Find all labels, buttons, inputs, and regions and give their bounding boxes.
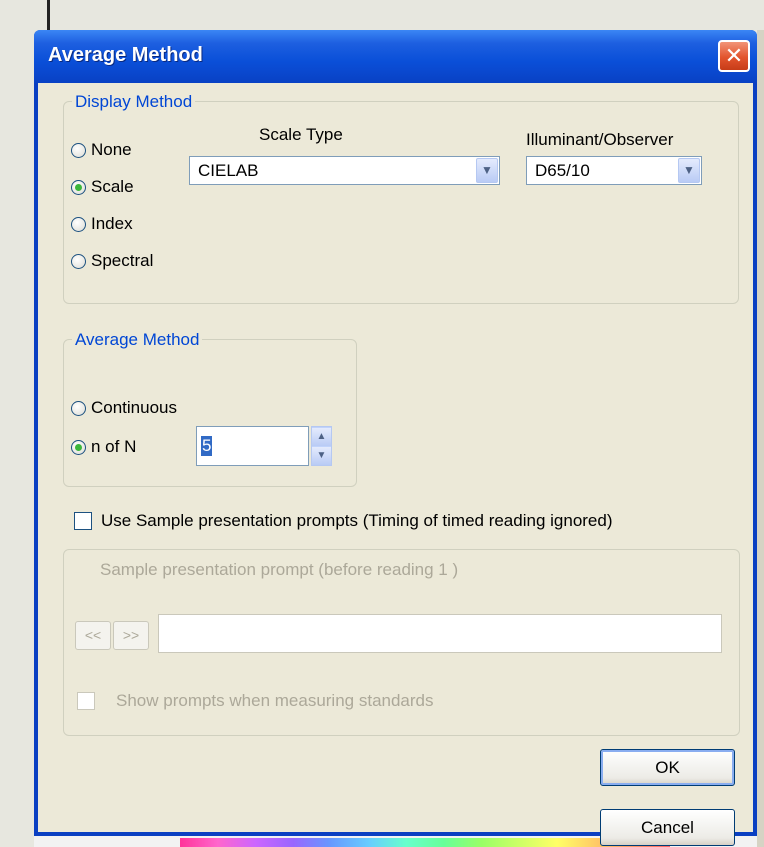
illuminant-select[interactable]: D65/10 ▼	[526, 156, 702, 185]
background-app-edge	[757, 30, 764, 847]
radio-continuous[interactable]: Continuous	[71, 397, 177, 419]
n-value-text: 5	[201, 436, 213, 456]
scale-type-label: Scale Type	[259, 125, 343, 144]
next-prompt-button[interactable]: >>	[113, 621, 149, 650]
radio-none-label: None	[91, 140, 132, 159]
radio-none[interactable]: None	[71, 139, 132, 161]
radio-index-label: Index	[91, 214, 133, 233]
background-divider	[47, 0, 50, 30]
dialog-body: Display Method None Scale Index Spectral…	[38, 83, 753, 846]
display-method-legend: Display Method	[72, 92, 196, 112]
use-prompts-label[interactable]: Use Sample presentation prompts (Timing …	[101, 511, 613, 531]
close-icon[interactable]: ✕	[718, 40, 750, 72]
radio-spectral-indicator	[71, 253, 86, 269]
scale-type-select[interactable]: CIELAB ▼	[189, 156, 500, 185]
illuminant-label: Illuminant/Observer	[526, 130, 674, 149]
chevron-down-icon[interactable]: ▼	[476, 158, 498, 183]
radio-index-indicator	[71, 216, 86, 232]
n-value-input[interactable]: 5	[196, 426, 309, 466]
ok-button[interactable]: OK	[600, 749, 735, 786]
illuminant-value: D65/10	[535, 161, 590, 180]
background-app-area	[0, 0, 34, 847]
scale-type-value: CIELAB	[198, 161, 259, 180]
radio-scale-indicator	[71, 179, 86, 195]
sample-prompt-title: Sample presentation prompt (before readi…	[100, 560, 459, 579]
chevron-down-icon[interactable]: ▼	[678, 158, 700, 183]
prev-prompt-button[interactable]: <<	[75, 621, 111, 650]
radio-spectral-label: Spectral	[91, 251, 154, 270]
background-color-swatches	[180, 838, 670, 847]
radio-continuous-indicator	[71, 400, 86, 416]
n-value-spinner[interactable]: ▲ ▼	[311, 426, 332, 466]
dialog-title: Average Method	[48, 44, 203, 66]
radio-scale-label: Scale	[91, 177, 134, 196]
prompt-text-input[interactable]	[158, 614, 722, 653]
spin-up-icon[interactable]: ▲	[312, 428, 331, 446]
cancel-button[interactable]: Cancel	[600, 809, 735, 846]
radio-n-of-n-indicator	[71, 439, 86, 455]
radio-none-indicator	[71, 142, 86, 158]
radio-spectral[interactable]: Spectral	[71, 250, 153, 272]
radio-scale[interactable]: Scale	[71, 176, 134, 198]
average-method-dialog: Average Method ✕ Display Method None Sca…	[34, 30, 757, 846]
use-prompts-checkbox[interactable]	[74, 512, 92, 530]
average-method-legend: Average Method	[72, 330, 203, 350]
spin-down-icon[interactable]: ▼	[312, 447, 331, 465]
radio-n-of-n[interactable]: n of N	[71, 436, 136, 458]
title-bar[interactable]: Average Method ✕	[34, 30, 757, 83]
radio-continuous-label: Continuous	[91, 398, 178, 417]
radio-index[interactable]: Index	[71, 213, 133, 235]
radio-n-of-n-label: n of N	[91, 437, 137, 456]
show-prompts-checkbox[interactable]	[77, 692, 95, 710]
show-prompts-label: Show prompts when measuring standards	[116, 691, 434, 710]
